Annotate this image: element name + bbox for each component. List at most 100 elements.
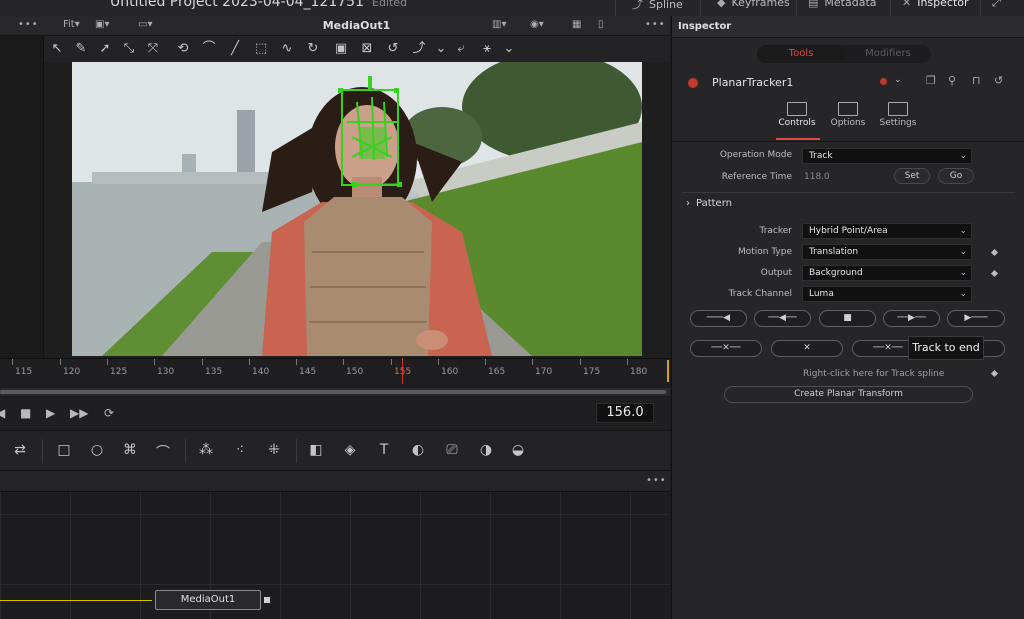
merge-icon[interactable]: ⇄ [10, 442, 30, 460]
delete-point-icon[interactable]: ⊠ [358, 40, 376, 58]
brush-icon[interactable]: ✎ [72, 40, 90, 58]
publish-icon[interactable]: ⤶ [452, 40, 470, 58]
tick [154, 359, 155, 365]
node-mediaout[interactable]: MediaOut1 [155, 590, 261, 610]
text-3d-icon[interactable]: T [374, 442, 394, 460]
tracker-select[interactable]: Hybrid Point/Area ⌄ [802, 223, 972, 239]
reset-icon[interactable]: ↺ [994, 74, 1003, 87]
image-plane-3d-icon[interactable]: ◧ [306, 442, 326, 460]
stop-icon[interactable]: ■ [20, 406, 31, 420]
track-spline-hint[interactable]: Right-click here for Track spline [803, 369, 944, 379]
render-end-marker[interactable] [667, 360, 669, 382]
particle-render-icon[interactable]: ⁖ [230, 442, 250, 460]
tab-inspector[interactable]: ✕ Inspector [902, 0, 969, 9]
lut-select[interactable]: ▥▾ [492, 19, 506, 30]
reference-time-value[interactable]: 118.0 [804, 172, 830, 182]
trim-to-start-button[interactable]: ──✕── [690, 340, 762, 357]
line-icon[interactable]: ╱ [226, 40, 244, 58]
reference-time-label: Reference Time [721, 172, 792, 182]
keyframe-diamond-icon[interactable] [990, 269, 999, 278]
tick [343, 359, 344, 365]
image-plane-icon[interactable]: ▣ [332, 40, 350, 58]
spline-icon: ⤴ [632, 0, 643, 11]
play-reverse-icon[interactable]: ◀ [0, 406, 5, 420]
options-chevron-icon[interactable]: ⌄ [500, 40, 518, 58]
fast-forward-icon[interactable]: ▶▶ [70, 406, 88, 420]
light-3d-icon[interactable]: ◑ [476, 442, 496, 460]
track-to-start-button[interactable]: ───◀ [690, 310, 747, 327]
go-button[interactable]: Go [938, 168, 974, 184]
dropdown-chevron-icon[interactable]: ⌄ [432, 40, 450, 58]
video-frame[interactable] [72, 62, 642, 356]
renderer-3d-icon[interactable]: ◒ [508, 442, 528, 460]
pointer-add-icon[interactable]: ↖ [48, 40, 66, 58]
tool-enable-toggle[interactable] [688, 78, 698, 88]
output-select[interactable]: Background ⌄ [802, 265, 972, 281]
shape-3d-icon[interactable]: ◈ [340, 442, 360, 460]
move-point-icon[interactable]: ⤡ [120, 40, 138, 58]
timeline-ruler[interactable]: 115 120 125 130 135 140 145 150 155 160 … [0, 358, 670, 384]
tool-header[interactable]: PlanarTracker1 ⌄ ❐ ⚲ ⊓ ↺ [682, 74, 1015, 92]
set-button[interactable]: Set [894, 168, 930, 184]
rectangle-mask-icon[interactable]: □ [54, 442, 74, 460]
tab-modifiers[interactable]: Modifiers [845, 45, 931, 63]
tangent-icon[interactable]: ∿ [278, 40, 296, 58]
select-icon[interactable]: ➚ [96, 40, 114, 58]
tab-spline[interactable]: ⤴ Spline [632, 0, 683, 12]
operation-mode-select[interactable]: Track ⌄ [802, 148, 972, 164]
track-forward-button[interactable]: ──▶── [883, 310, 940, 327]
play-icon[interactable]: ▶ [46, 406, 55, 420]
create-planar-transform-button[interactable]: Create Planar Transform [724, 386, 973, 403]
ellipse-mask-icon[interactable]: ○ [87, 442, 107, 460]
delete-track-button[interactable]: ✕ [771, 340, 843, 357]
stop-tracking-button[interactable]: ■ [819, 310, 876, 327]
safe-area-icon[interactable]: ▯ [598, 19, 604, 30]
particle-pixel-icon[interactable]: ⁜ [264, 442, 284, 460]
tab-metadata[interactable]: ▤ Metadata [808, 0, 877, 9]
tab-tools[interactable]: Tools [757, 45, 845, 63]
tick [627, 359, 628, 365]
inspector-icon: ✕ [902, 0, 912, 9]
divider [615, 0, 616, 16]
lock-icon[interactable]: ⊓ [972, 74, 981, 87]
tab-keyframes[interactable]: ◆ Keyframes [717, 0, 790, 9]
track-backward-button[interactable]: ──◀── [754, 310, 811, 327]
subtab-settings[interactable]: Settings [868, 102, 928, 128]
smooth-icon[interactable]: ⤴ [410, 40, 428, 58]
timeline-scrollbar[interactable] [0, 388, 670, 396]
pin-icon[interactable]: ⚲ [948, 74, 956, 87]
inspector-title: Inspector [678, 21, 732, 32]
settings-icon [888, 102, 908, 116]
reset-icon[interactable]: ↻ [304, 40, 322, 58]
magic-wand-icon[interactable]: ⚹ [478, 40, 496, 58]
loop-icon[interactable]: ⟳ [104, 406, 114, 420]
roi-icon[interactable]: ◉▾ [530, 19, 544, 30]
grid-icon[interactable]: ▦ [572, 19, 581, 30]
playhead[interactable] [402, 358, 403, 384]
motion-type-select[interactable]: Translation ⌄ [802, 244, 972, 260]
reset-point-icon[interactable]: ↺ [384, 40, 402, 58]
merge-3d-icon[interactable]: ◐ [408, 442, 428, 460]
pattern-section-header[interactable]: › Pattern [686, 198, 732, 209]
keyframe-diamond-icon[interactable] [990, 248, 999, 257]
track-channel-select[interactable]: Luma ⌄ [802, 286, 972, 302]
versions-icon[interactable]: ❐ [926, 74, 936, 87]
color-dot-icon[interactable] [880, 78, 887, 85]
viewer-options-menu[interactable]: ••• [645, 19, 666, 30]
bspline-mask-icon[interactable]: ⌒ [153, 442, 173, 461]
keyframe-diamond-icon[interactable] [990, 369, 999, 378]
track-to-end-button[interactable]: ▶─── [947, 310, 1005, 327]
expand-icon[interactable]: ⤢ [992, 0, 1001, 10]
node-editor-menu[interactable]: ••• [646, 475, 667, 486]
lasso-icon[interactable]: ⟲ [174, 40, 192, 58]
rect-select-icon[interactable]: ⬚ [252, 40, 270, 58]
node-output-port[interactable] [264, 597, 270, 603]
particle-emitter-icon[interactable]: ⁂ [196, 442, 216, 460]
transform-icon[interactable]: ⤧ [144, 40, 162, 58]
curve-icon[interactable]: ⌒ [200, 40, 218, 58]
camera-3d-icon[interactable]: ⎚ [442, 442, 462, 460]
chevron-down-icon[interactable]: ⌄ [894, 75, 902, 85]
current-frame-field[interactable]: 156.0 [596, 403, 654, 423]
polygon-mask-icon[interactable]: ⌘ [120, 442, 140, 460]
scrollbar-thumb[interactable] [0, 390, 666, 394]
